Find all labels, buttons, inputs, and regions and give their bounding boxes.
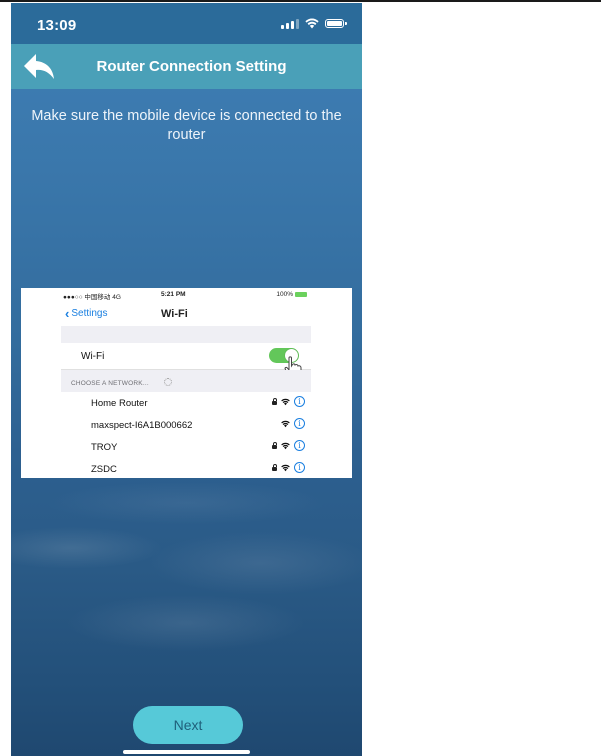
info-icon: i (294, 440, 305, 451)
back-arrow-icon (24, 54, 54, 79)
preview-choose-network-header: CHOOSE A NETWORK... (61, 370, 311, 392)
preview-network-icons: i (281, 418, 305, 429)
preview-title: Wi-Fi (161, 308, 188, 320)
chevron-left-icon: ‹ (65, 305, 70, 321)
preview-network-row: ZSDC i (61, 458, 311, 478)
preview-carrier: ●●●○○ 中国移动 4G (63, 294, 121, 301)
preview-nav-bar: ‹ Settings Wi-Fi (61, 302, 311, 327)
info-icon: i (294, 418, 305, 429)
preview-network-row: maxspect-I6A1B000662 i (61, 414, 311, 437)
lock-icon (272, 464, 277, 471)
preview-network-name: Home Router (91, 398, 148, 409)
page-title: Router Connection Setting (96, 58, 287, 75)
preview-network-name: ZSDC (91, 464, 117, 475)
preview-time: 5:21 PM (161, 291, 186, 298)
preview-network-icons: i (272, 396, 305, 407)
preview-network-name: TROY (91, 442, 118, 453)
preview-network-row: TROY i (61, 436, 311, 459)
phone-screen: 13:09 Router Connection Setting Make sur… (11, 3, 362, 756)
lock-icon (272, 398, 277, 405)
preview-network-icons: i (272, 462, 305, 473)
preview-network-row: Home Router i (61, 392, 311, 415)
preview-battery-percent: 100% (276, 291, 293, 298)
wifi-icon (281, 398, 290, 405)
frame-border (0, 0, 601, 2)
lock-icon (272, 442, 277, 449)
next-button[interactable]: Next (133, 706, 243, 744)
loading-spinner-icon (164, 378, 172, 386)
status-time: 13:09 (37, 17, 77, 34)
cellular-signal-icon (281, 18, 299, 29)
status-bar: 13:09 (11, 3, 362, 44)
back-button[interactable] (23, 53, 57, 81)
battery-icon (325, 19, 347, 28)
preview-back-label: Settings (71, 308, 108, 319)
wifi-settings-preview-image: ●●●○○ 中国移动 4G 5:21 PM 100% ‹ Settings Wi… (21, 288, 352, 478)
wifi-icon (281, 442, 290, 449)
preview-network-icons: i (272, 440, 305, 451)
wifi-icon (281, 420, 290, 427)
preview-battery-icon (295, 292, 307, 297)
preview-wifi-row: Wi-Fi (61, 343, 311, 379)
preview-choose-label: CHOOSE A NETWORK... (71, 380, 149, 387)
nav-bar: Router Connection Setting (11, 44, 362, 89)
preview-screen: ●●●○○ 中国移动 4G 5:21 PM 100% ‹ Settings Wi… (61, 288, 311, 478)
wifi-icon (281, 464, 290, 471)
instruction-text: Make sure the mobile device is connected… (31, 108, 342, 143)
preview-section-gap (61, 326, 311, 343)
info-icon: i (294, 396, 305, 407)
preview-wifi-label: Wi-Fi (81, 351, 105, 362)
status-icons (281, 18, 347, 29)
home-indicator (123, 750, 250, 754)
preview-back-link: ‹ Settings (65, 305, 108, 321)
preview-network-name: maxspect-I6A1B000662 (91, 420, 193, 431)
info-icon: i (294, 462, 305, 473)
wifi-icon (305, 18, 319, 29)
preview-status-bar: ●●●○○ 中国移动 4G 5:21 PM 100% (61, 291, 311, 301)
